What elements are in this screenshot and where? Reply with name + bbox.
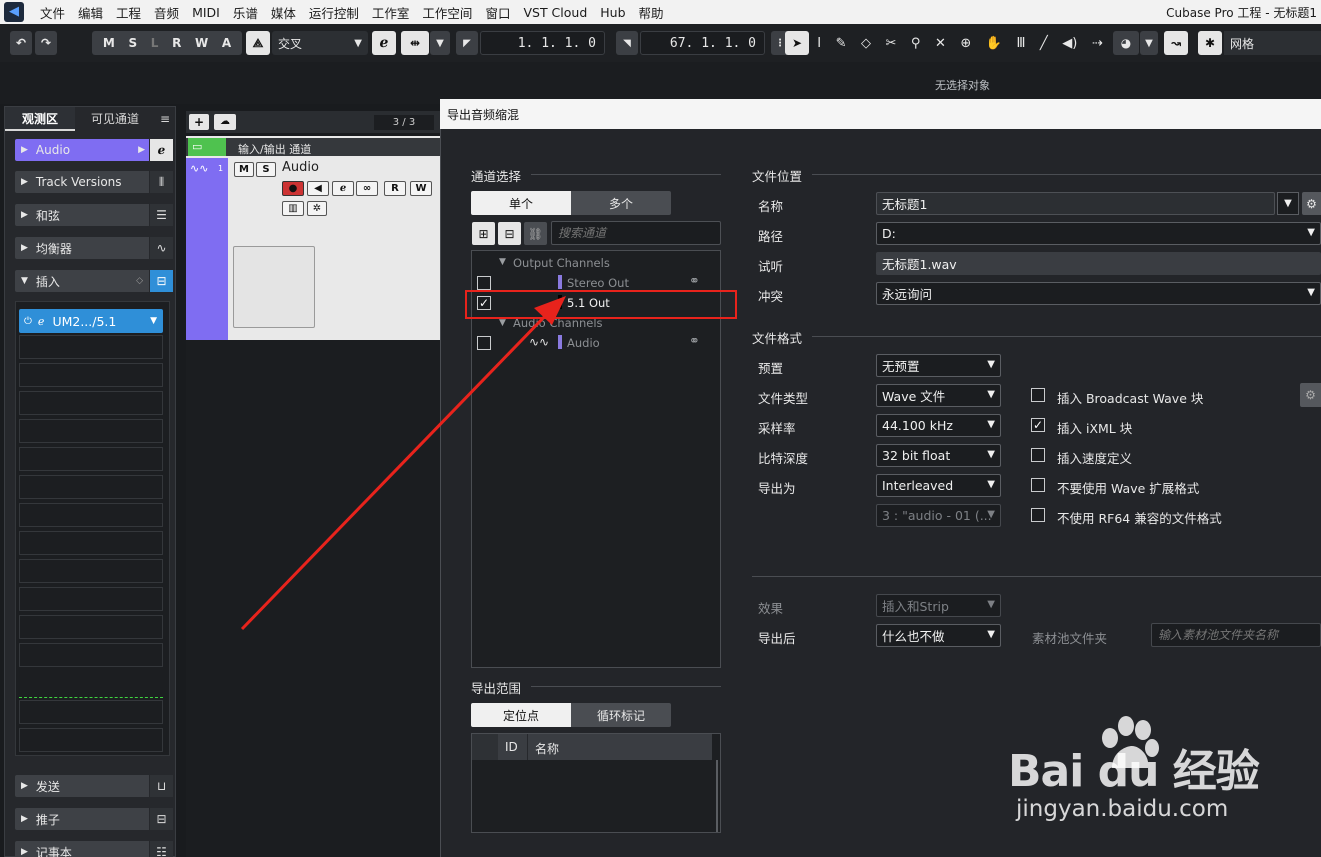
watermark-url: jingyan.baidu.com: [1016, 796, 1229, 822]
annotation-arrow-line: [240, 311, 550, 631]
paw-icon: [1096, 716, 1160, 774]
paw-graphic: [1102, 716, 1159, 768]
